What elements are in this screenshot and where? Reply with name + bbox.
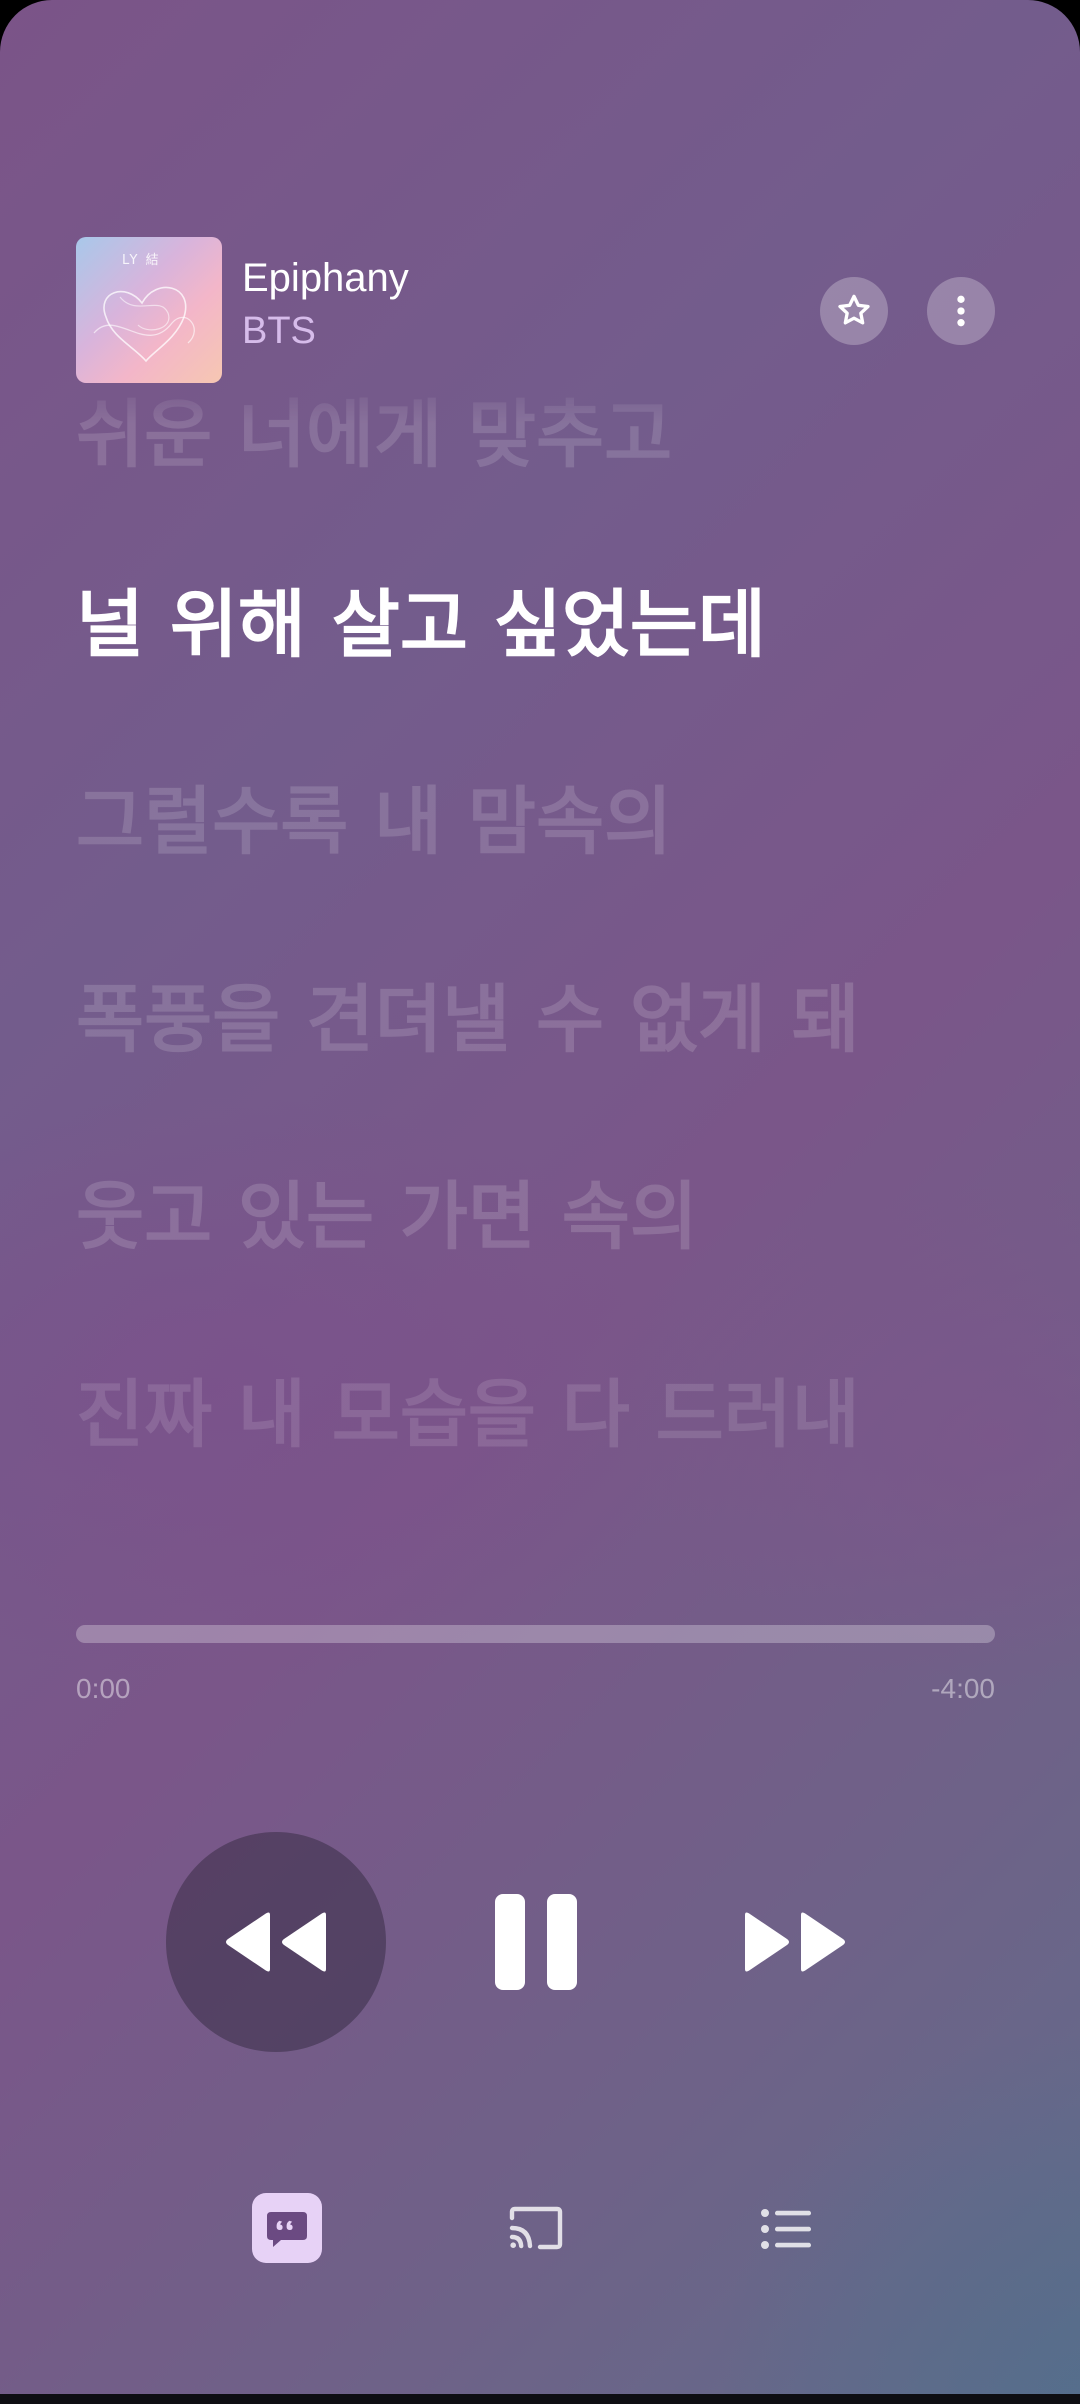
progress-slider[interactable] (76, 1625, 995, 1643)
star-icon (838, 294, 870, 325)
lyric-line[interactable]: 그럴수록 내 맘속의 (76, 762, 672, 869)
fast-forward-button[interactable] (735, 1892, 855, 1992)
remaining-time: -4:00 (931, 1673, 995, 1704)
album-art-heart-doodle (93, 286, 195, 363)
rewind-icon (226, 1912, 326, 1972)
album-art[interactable]: LY 結 (76, 237, 222, 383)
more-vertical-icon (957, 295, 965, 327)
queue-button[interactable] (750, 2198, 822, 2260)
lyrics-toggle-button[interactable] (252, 2193, 322, 2263)
lyric-line-previous[interactable]: 쉬운 너에게 맞추고 (76, 397, 672, 482)
track-artist[interactable]: BTS (242, 310, 316, 353)
lyric-line[interactable]: 웃고 있는 가면 속의 (76, 1157, 698, 1264)
elapsed-time: 0:00 (76, 1673, 131, 1704)
more-options-button[interactable] (927, 277, 995, 345)
lyric-line[interactable]: 폭풍을 견뎌낼 수 없게 돼 (76, 960, 860, 1067)
pause-button[interactable] (486, 1892, 586, 1992)
lyric-line-current[interactable]: 널 위해 살고 싶었는데 (76, 565, 766, 672)
fast-forward-icon (745, 1912, 845, 1972)
favorite-button[interactable] (820, 277, 888, 345)
lyric-line[interactable]: 진짜 내 모습을 다 드러내 (76, 1355, 860, 1462)
system-navigation-bar (0, 2394, 1080, 2404)
lyrics-quote-icon (267, 2212, 307, 2247)
track-title[interactable]: Epiphany (242, 256, 409, 301)
rewind-button[interactable] (166, 1832, 386, 2052)
now-playing-screen: 쉬운 너에게 맞추고 널 위해 살고 싶었는데 그럴수록 내 맘속의 폭풍을 견… (0, 0, 1080, 2394)
pause-icon (495, 1894, 577, 1990)
queue-list-icon (761, 2209, 811, 2249)
lyrics-panel[interactable]: 쉬운 너에게 맞추고 널 위해 살고 싶었는데 그럴수록 내 맘속의 폭풍을 견… (0, 0, 1080, 1500)
cast-icon (509, 2206, 563, 2250)
cast-button[interactable] (500, 2198, 572, 2260)
